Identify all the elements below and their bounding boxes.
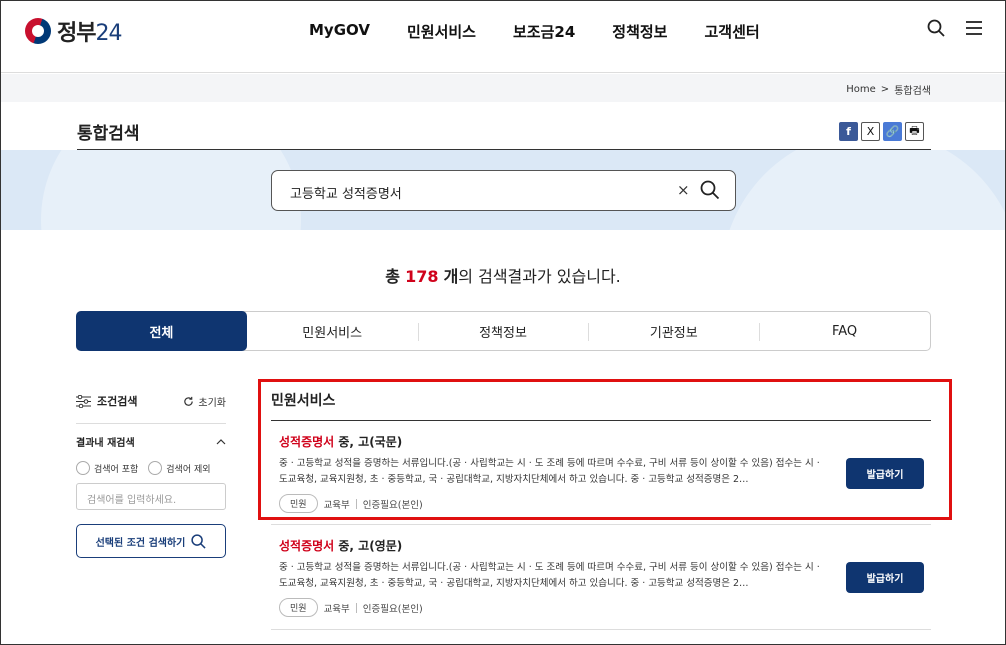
search-submit-icon[interactable]	[700, 180, 720, 200]
apply-filter-button[interactable]: 선택된 조건 검색하기	[76, 524, 226, 558]
category-tabs: 전체 민원서비스 정책정보 기관정보 FAQ	[76, 311, 931, 351]
breadcrumb-home[interactable]: Home	[846, 84, 876, 95]
breadcrumb-separator: >	[880, 84, 890, 95]
result-title[interactable]: 성적증명서 중, 고(영문)	[279, 537, 931, 554]
result-meta: 민원 교육부 인증필요(본인)	[279, 598, 931, 617]
result-count: 총 178 개의 검색결과가 있습니다.	[385, 267, 621, 286]
search-input[interactable]: 고등학교 성적증명서 ×	[271, 170, 736, 211]
breadcrumb: Home > 통합검색	[846, 82, 931, 97]
result-count-number: 178	[405, 267, 439, 286]
nav-item-subsidy[interactable]: 보조금24	[513, 21, 575, 42]
result-description: 중 · 고등학교 성적을 증명하는 서류입니다.(공 · 사립학교는 시 · 도…	[279, 562, 820, 589]
facebook-share-icon[interactable]: f	[839, 122, 858, 141]
tab-all[interactable]: 전체	[76, 311, 247, 351]
menu-icon[interactable]	[965, 19, 983, 37]
result-divider	[271, 524, 931, 525]
result-divider	[271, 629, 931, 630]
link-copy-icon[interactable]: 🔗	[883, 122, 902, 141]
search-icon[interactable]	[927, 19, 945, 37]
refine-search-input[interactable]: 검색어를 입력하세요.	[76, 483, 226, 510]
site-logo[interactable]: 정부24	[25, 15, 122, 47]
main-nav: MyGOV 민원서비스 보조금24 정책정보 고객센터	[309, 21, 797, 42]
logo-text: 정부24	[57, 21, 122, 46]
tab-policy[interactable]: 정책정보	[417, 312, 589, 350]
category-chip: 민원	[279, 598, 318, 617]
title-divider	[77, 149, 931, 150]
result-auth: 인증필요(본인)	[362, 603, 423, 615]
header-actions	[927, 19, 983, 37]
result-org: 교육부	[323, 603, 350, 615]
filter-panel: 조건검색 초기화 결과내 재검색 검색어 포함 검색어 제외 검색어를 입력하세…	[76, 391, 226, 558]
search-icon	[191, 533, 206, 549]
sliders-icon	[76, 394, 91, 408]
breadcrumb-bar: Home > 통합검색	[1, 74, 1005, 102]
nav-item-customer-center[interactable]: 고객센터	[704, 21, 759, 42]
refresh-icon	[184, 396, 194, 406]
chevron-up-icon	[216, 439, 226, 445]
tab-agency[interactable]: 기관정보	[588, 312, 759, 350]
filter-title: 조건검색	[76, 393, 137, 409]
tab-faq[interactable]: FAQ	[759, 312, 930, 350]
include-radio[interactable]: 검색어 포함	[76, 461, 138, 475]
breadcrumb-current: 통합검색	[894, 86, 931, 97]
exclude-radio[interactable]: 검색어 제외	[148, 461, 211, 475]
page-title: 통합검색	[77, 124, 140, 144]
issue-button[interactable]: 발급하기	[846, 562, 924, 593]
nav-item-policy[interactable]: 정책정보	[612, 21, 667, 42]
x-share-icon[interactable]: X	[861, 122, 880, 141]
search-input-value: 고등학교 성적증명서	[290, 187, 402, 202]
share-buttons: f X 🔗 🖶	[839, 122, 924, 141]
nav-item-civil-service[interactable]: 민원서비스	[407, 21, 476, 42]
refine-search-header[interactable]: 결과내 재검색	[76, 434, 226, 449]
reset-button[interactable]: 초기화	[183, 394, 226, 409]
print-icon[interactable]: 🖶	[905, 122, 924, 141]
highlight-box	[258, 379, 952, 520]
taegeuk-logo-icon	[25, 18, 51, 44]
clear-icon[interactable]: ×	[677, 181, 690, 199]
result-item: 성적증명서 중, 고(영문) 중 · 고등학교 성적을 증명하는 서류입니다.(…	[279, 537, 931, 617]
tab-civil-service[interactable]: 민원서비스	[247, 312, 418, 350]
site-header: 정부24 MyGOV 민원서비스 보조금24 정책정보 고객센터	[1, 1, 1005, 73]
nav-item-mygov[interactable]: MyGOV	[309, 21, 370, 42]
